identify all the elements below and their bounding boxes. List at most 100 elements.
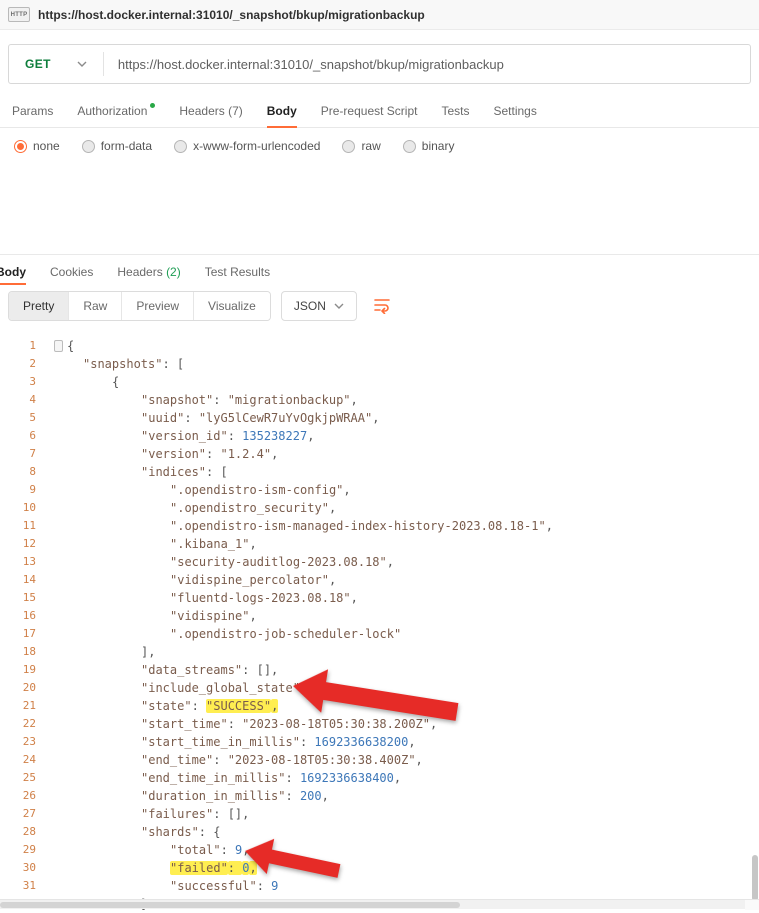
code-line: 21"state": "SUCCESS", [6, 697, 759, 715]
line-number: 28 [6, 823, 36, 841]
line-number: 1 [6, 337, 36, 355]
line-number: 7 [6, 445, 36, 463]
code-line: 2"snapshots": [ [6, 355, 759, 373]
body-mode-none[interactable]: none [14, 139, 60, 153]
code-line: 20"include_global_state": true, [6, 679, 759, 697]
vertical-scrollbar-thumb[interactable] [752, 855, 758, 901]
body-mode-selector: none form-data x-www-form-urlencoded raw… [0, 128, 759, 164]
code-lines: 1{2"snapshots": [3{4"snapshot": "migrati… [6, 337, 759, 913]
authorization-status-dot [150, 103, 155, 108]
view-mode-raw[interactable]: Raw [69, 292, 122, 320]
line-number: 20 [6, 679, 36, 697]
line-number: 14 [6, 571, 36, 589]
body-mode-urlencoded-label: x-www-form-urlencoded [193, 139, 320, 153]
fold-marker-icon [54, 340, 63, 352]
code-line: 1{ [6, 337, 759, 355]
tab-pre-request-script[interactable]: Pre-request Script [321, 94, 418, 127]
view-mode-visualize[interactable]: Visualize [194, 292, 270, 320]
response-pane: Body Cookies Headers (2) Test Results Pr… [0, 254, 759, 913]
code-line: 13"security-auditlog-2023.08.18", [6, 553, 759, 571]
line-number: 22 [6, 715, 36, 733]
request-url-row: GET [8, 44, 751, 84]
line-number: 30 [6, 859, 36, 877]
code-line: 26"duration_in_millis": 200, [6, 787, 759, 805]
method-select-value: GET [25, 57, 51, 71]
body-mode-form-data[interactable]: form-data [82, 139, 152, 153]
line-number: 13 [6, 553, 36, 571]
horizontal-scrollbar-thumb[interactable] [0, 902, 460, 908]
response-tab-headers[interactable]: Headers (2) [117, 257, 180, 287]
code-line: 29"total": 9, [6, 841, 759, 859]
code-line: 27"failures": [], [6, 805, 759, 823]
code-line: 4"snapshot": "migrationbackup", [6, 391, 759, 409]
request-title-url: https://host.docker.internal:31010/_snap… [38, 8, 425, 22]
code-line: 23"start_time_in_millis": 1692336638200, [6, 733, 759, 751]
divider [103, 52, 104, 76]
code-line: 30"failed": 0, [6, 859, 759, 877]
line-number: 24 [6, 751, 36, 769]
radio-selected-icon [14, 140, 27, 153]
line-number: 5 [6, 409, 36, 427]
response-tab-body[interactable]: Body [0, 257, 26, 287]
code-line: 3{ [6, 373, 759, 391]
response-code-viewer[interactable]: 1{2"snapshots": [3{4"snapshot": "migrati… [0, 329, 759, 913]
tab-headers[interactable]: Headers (7) [179, 94, 242, 127]
code-line: 19"data_streams": [], [6, 661, 759, 679]
response-tabs: Body Cookies Headers (2) Test Results [0, 255, 759, 287]
line-number: 12 [6, 535, 36, 553]
tab-params[interactable]: Params [12, 94, 53, 127]
response-tab-cookies[interactable]: Cookies [50, 257, 93, 287]
line-number: 15 [6, 589, 36, 607]
view-mode-group: Pretty Raw Preview Visualize [8, 291, 271, 321]
body-mode-binary-label: binary [422, 139, 455, 153]
body-mode-urlencoded[interactable]: x-www-form-urlencoded [174, 139, 320, 153]
tab-tests[interactable]: Tests [441, 94, 469, 127]
radio-icon [82, 140, 95, 153]
line-number: 27 [6, 805, 36, 823]
code-line: 14"vidispine_percolator", [6, 571, 759, 589]
language-select-value: JSON [294, 299, 326, 313]
response-tab-headers-label: Headers [117, 265, 162, 279]
response-tab-test-results[interactable]: Test Results [205, 257, 270, 287]
code-line: 7"version": "1.2.4", [6, 445, 759, 463]
tab-authorization[interactable]: Authorization [77, 94, 155, 127]
horizontal-scrollbar[interactable] [0, 899, 759, 909]
line-number: 23 [6, 733, 36, 751]
wrap-lines-button[interactable] [369, 292, 395, 321]
request-body-empty-area [0, 164, 759, 254]
line-number: 25 [6, 769, 36, 787]
body-mode-raw[interactable]: raw [342, 139, 380, 153]
line-number: 2 [6, 355, 36, 373]
line-number: 26 [6, 787, 36, 805]
request-title-bar: HTTP https://host.docker.internal:31010/… [0, 0, 759, 30]
body-mode-form-data-label: form-data [101, 139, 152, 153]
response-view-toolbar: Pretty Raw Preview Visualize JSON [0, 287, 759, 329]
line-number: 29 [6, 841, 36, 859]
chevron-down-icon [334, 303, 344, 309]
line-number: 19 [6, 661, 36, 679]
wrap-lines-icon [373, 296, 391, 314]
tab-settings[interactable]: Settings [493, 94, 536, 127]
code-line: 22"start_time": "2023-08-18T05:30:38.200… [6, 715, 759, 733]
code-line: 25"end_time_in_millis": 1692336638400, [6, 769, 759, 787]
radio-icon [403, 140, 416, 153]
radio-icon [342, 140, 355, 153]
code-line: 17".opendistro-job-scheduler-lock" [6, 625, 759, 643]
url-input[interactable] [118, 57, 750, 72]
code-line: 10".opendistro_security", [6, 499, 759, 517]
code-line: 28"shards": { [6, 823, 759, 841]
line-number: 31 [6, 877, 36, 895]
view-mode-preview[interactable]: Preview [122, 292, 194, 320]
body-mode-binary[interactable]: binary [403, 139, 455, 153]
body-mode-raw-label: raw [361, 139, 380, 153]
chevron-down-icon [77, 61, 87, 67]
tab-body[interactable]: Body [267, 94, 297, 127]
language-select[interactable]: JSON [281, 291, 357, 321]
code-line: 31"successful": 9 [6, 877, 759, 895]
view-mode-pretty[interactable]: Pretty [9, 292, 69, 320]
line-number: 4 [6, 391, 36, 409]
method-select[interactable]: GET [9, 45, 103, 83]
http-icon: HTTP [8, 7, 30, 22]
code-line: 6"version_id": 135238227, [6, 427, 759, 445]
code-line: 9".opendistro-ism-config", [6, 481, 759, 499]
